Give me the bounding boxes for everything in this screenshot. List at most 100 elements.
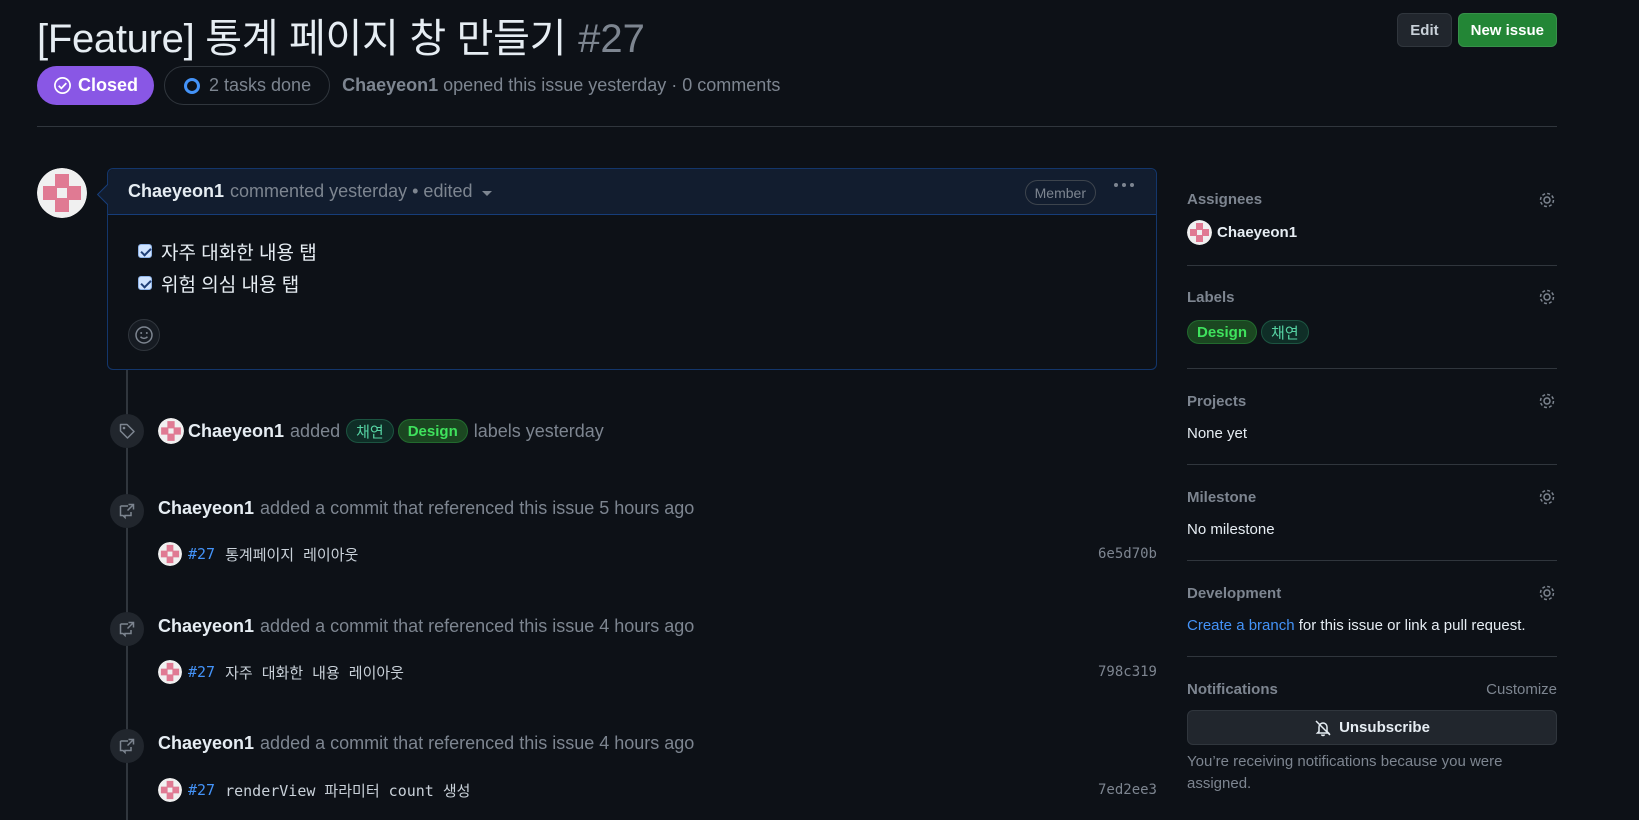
issue-comment: Chaeyeon1 commented yesterday • edited M… (107, 168, 1157, 370)
cross-reference-icon (119, 503, 135, 520)
task-list: 자주 대화한 내용 탭 위험 의심 내용 탭 (108, 215, 1156, 299)
task-checkbox[interactable] (138, 276, 152, 290)
label-chaeyeon[interactable]: 채연 (1261, 320, 1309, 344)
state-badge: Closed (37, 66, 155, 105)
unsubscribe-label: Unsubscribe (1339, 719, 1430, 736)
timeline-commit-badge (110, 494, 144, 528)
sidebar-title: Milestone (1187, 489, 1257, 506)
label-design[interactable]: Design (1187, 320, 1258, 344)
projects-value: None yet (1187, 425, 1248, 442)
issue-number: #27 (578, 17, 645, 61)
add-reaction-button[interactable] (128, 319, 160, 351)
comment-author-avatar[interactable] (37, 168, 87, 221)
event-actor[interactable]: Chaeyeon1 (158, 498, 254, 519)
commit-issue-link[interactable]: #27 (188, 545, 215, 563)
notification-reason: You’re receiving notifications because y… (1187, 753, 1503, 792)
sidebar-development: Development Create a branch for this iss… (1187, 561, 1557, 657)
commit-avatar[interactable] (158, 778, 182, 802)
sidebar-title: Development (1187, 585, 1282, 602)
commit-sha[interactable]: 7ed2ee3 (1098, 782, 1157, 798)
commit-row: #27 renderView 파라미터 count 생성 7ed2ee3 (158, 778, 1157, 802)
milestone-value: No milestone (1187, 521, 1275, 538)
assignee-name: Chaeyeon1 (1217, 224, 1298, 241)
issue-author[interactable]: Chaeyeon1 (342, 75, 438, 95)
development-detail: for this issue or link a pull request. (1298, 617, 1526, 634)
tasks-label: 2 tasks done (209, 75, 312, 95)
commit-issue-link[interactable]: #27 (188, 781, 215, 799)
comment-meta[interactable]: commented yesterday • edited (230, 181, 472, 202)
create-branch-link[interactable]: Create a branch (1187, 617, 1295, 634)
avatar (37, 168, 87, 218)
unsubscribe-button[interactable]: Unsubscribe (1187, 710, 1557, 745)
commit-message[interactable]: renderView 파라미터 count 생성 (225, 780, 470, 801)
edit-button[interactable]: Edit (1397, 13, 1452, 47)
check-circle-icon (54, 77, 71, 94)
sidebar-projects: Projects None yet (1187, 369, 1557, 465)
bell-slash-icon (1315, 719, 1331, 736)
sidebar-assignees: Assignees Chaeyeon1 (1187, 180, 1557, 266)
actor-avatar[interactable] (158, 418, 184, 444)
event-actor[interactable]: Chaeyeon1 (188, 421, 284, 442)
issue-header: [Feature] 통계 페이지 창 만들기 #27 Edit New issu… (37, 6, 1557, 64)
sidebar-title: Projects (1187, 393, 1247, 410)
commit-event: Chaeyeon1 added a commit that referenced… (158, 498, 694, 519)
sidebar-labels: Labels Design 채연 (1187, 266, 1557, 369)
event-text: added a commit that referenced this issu… (260, 616, 695, 636)
task-item: 자주 대화한 내용 탭 (138, 235, 1126, 267)
tag-icon (119, 423, 135, 439)
event-actor[interactable]: Chaeyeon1 (158, 733, 254, 754)
event-text: added a commit that referenced this issu… (260, 733, 695, 753)
gear-icon[interactable] (1537, 487, 1557, 507)
tasks-progress[interactable]: 2 tasks done (164, 66, 331, 105)
event-actor[interactable]: Chaeyeon1 (158, 616, 254, 637)
title-row: [Feature] 통계 페이지 창 만들기 #27 (37, 6, 1557, 64)
timeline-commit-badge (110, 729, 144, 763)
timeline-label-badge (110, 414, 144, 448)
commit-avatar[interactable] (158, 660, 182, 684)
commit-message[interactable]: 자주 대화한 내용 레이아웃 (225, 662, 404, 683)
commit-message[interactable]: 통계페이지 레이아웃 (225, 544, 358, 565)
gear-icon[interactable] (1537, 391, 1557, 411)
commit-issue-link[interactable]: #27 (188, 663, 215, 681)
label-design[interactable]: Design (397, 419, 468, 443)
event-suffix: labels yesterday (473, 420, 604, 441)
header-divider (37, 126, 1557, 127)
comment-header: Chaeyeon1 commented yesterday • edited M… (108, 169, 1156, 215)
chevron-down-icon[interactable] (482, 190, 493, 196)
timeline-commit-badge (110, 612, 144, 646)
cross-reference-icon (119, 738, 135, 755)
gear-icon[interactable] (1537, 583, 1557, 603)
commit-event: Chaeyeon1 added a commit that referenced… (158, 616, 694, 637)
issue-sidebar: Assignees Chaeyeon1 Labels Design 채연 Pro… (1187, 180, 1557, 817)
label-event: Chaeyeon1 added 채연 Design labels yesterd… (158, 418, 604, 444)
task-checkbox[interactable] (138, 244, 152, 258)
gear-icon[interactable] (1537, 287, 1557, 307)
sidebar-title: Assignees (1187, 191, 1263, 208)
issue-meta-text: Chaeyeon1 opened this issue yesterday · … (342, 75, 780, 96)
task-text: 위험 의심 내용 탭 (161, 274, 300, 296)
cross-reference-icon (119, 621, 135, 638)
smiley-icon (135, 326, 153, 344)
assignee[interactable]: Chaeyeon1 (1187, 220, 1557, 245)
label-chaeyeon[interactable]: 채연 (346, 419, 394, 443)
customize-link[interactable]: Customize (1486, 681, 1557, 698)
commit-row: #27 통계페이지 레이아웃 6e5d70b (158, 542, 1157, 566)
commit-avatar[interactable] (158, 542, 182, 566)
event-text: added a commit that referenced this issu… (260, 498, 695, 518)
sidebar-title: Labels (1187, 289, 1235, 306)
state-label: Closed (78, 75, 139, 95)
commit-sha[interactable]: 798c319 (1098, 664, 1157, 680)
issue-title: [Feature] 통계 페이지 창 만들기 (37, 17, 567, 61)
header-actions: Edit New issue (1397, 13, 1557, 47)
gear-icon[interactable] (1537, 190, 1557, 210)
commit-row: #27 자주 대화한 내용 레이아웃 798c319 (158, 660, 1157, 684)
label-list: Design 채연 (1187, 320, 1557, 344)
comment-author[interactable]: Chaeyeon1 (128, 181, 224, 202)
more-options-icon[interactable] (1114, 183, 1134, 187)
task-item: 위험 의심 내용 탭 (138, 267, 1126, 299)
new-issue-button[interactable]: New issue (1457, 13, 1557, 47)
assignee-avatar (1187, 220, 1212, 245)
commit-event: Chaeyeon1 added a commit that referenced… (158, 733, 694, 754)
commit-sha[interactable]: 6e5d70b (1098, 546, 1157, 562)
sidebar-notifications: Notifications Customize Unsubscribe You’… (1187, 657, 1557, 817)
